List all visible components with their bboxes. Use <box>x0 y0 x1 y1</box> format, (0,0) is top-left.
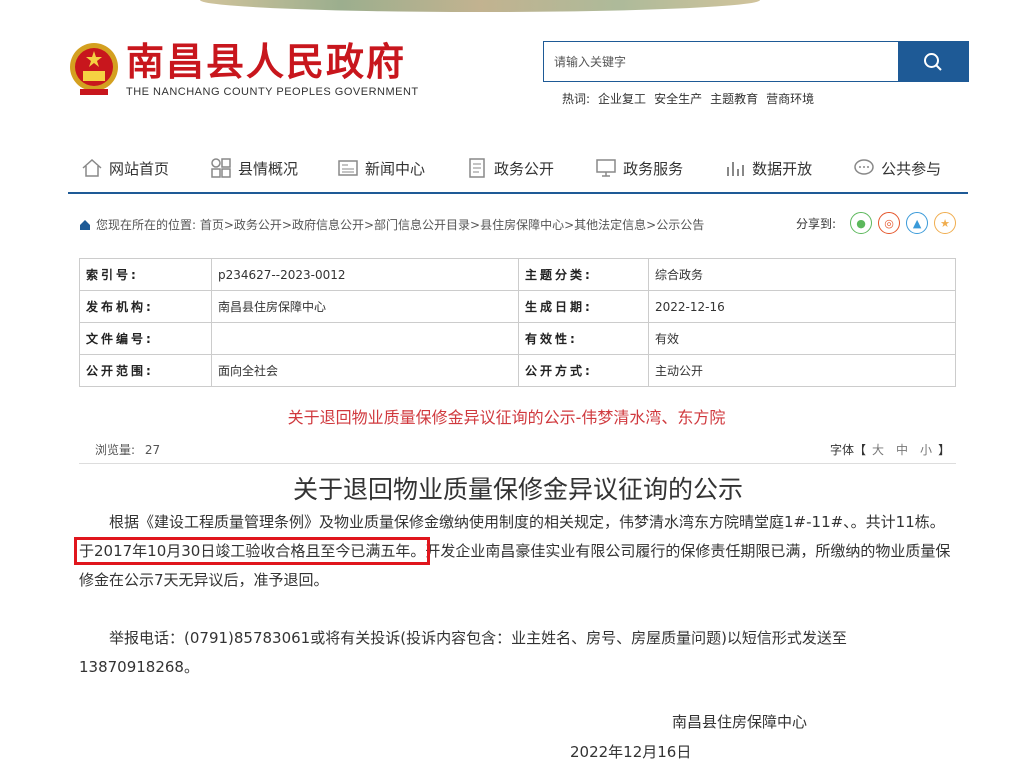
table-row: 索引号: p234627--2023-0012 主题分类: 综合政务 <box>79 258 956 291</box>
site-name-en: THE NANCHANG COUNTY PEOPLES GOVERNMENT <box>126 86 419 98</box>
article-body: 根据《建设工程质量管理条例》及物业质量保修金缴纳使用制度的相关规定，伟梦清水湾东… <box>73 508 956 682</box>
grid-icon <box>209 156 233 180</box>
hot-word-link[interactable]: 主题教育 <box>710 90 758 107</box>
qzone-icon[interactable]: ★ <box>934 212 957 234</box>
search-input[interactable] <box>544 42 898 81</box>
breadcrumb-text[interactable]: 您现在所在的位置: 首页>政务公开>政府信息公开>部门信息公开目录>县住房保障中… <box>96 216 704 233</box>
table-row: 文件编号: 有效性: 有效 <box>79 322 956 355</box>
nav-item-gov-services[interactable]: 政务服务 <box>594 150 683 186</box>
monitor-icon <box>594 156 618 180</box>
article-paragraph: 根据《建设工程质量管理条例》及物业质量保修金缴纳使用制度的相关规定，伟梦清水湾东… <box>73 508 956 595</box>
hot-word-link[interactable]: 企业复工 <box>598 90 646 107</box>
font-size-small[interactable]: 小 <box>920 443 932 457</box>
nav-item-open-data[interactable]: 数据开放 <box>723 150 812 186</box>
publish-date: 2022年12月16日 <box>570 743 692 761</box>
views-count: 27 <box>144 443 161 457</box>
top-banner-image <box>200 0 760 12</box>
divider <box>79 463 956 464</box>
table-value: 综合政务 <box>648 258 956 291</box>
share-bar: 分享到: ● ◎ ▲ ★ <box>796 212 957 234</box>
font-size-medium[interactable]: 中 <box>896 443 908 457</box>
views-label: 浏览量: <box>95 443 136 457</box>
table-label: 文件编号: <box>79 322 212 355</box>
article-paragraph: 举报电话：(0791)85783061或将有关投诉(投诉内容包含：业主姓名、房号… <box>79 629 847 676</box>
document-red-title: 关于退回物业质量保修金异议征询的公示-伟梦清水湾、东方院 <box>287 408 726 427</box>
nav-label: 县情概况 <box>238 159 299 178</box>
table-value: p234627--2023-0012 <box>211 258 519 291</box>
table-row: 公开范围: 面向全社会 公开方式: 主动公开 <box>79 354 956 387</box>
hot-word-link[interactable]: 安全生产 <box>654 90 702 107</box>
table-value: 面向全社会 <box>211 354 519 387</box>
table-value: 南昌县住房保障中心 <box>211 290 519 323</box>
paragraph-text: 根据《建设工程质量管理条例》及物业质量保修金缴纳使用制度的相关规定，伟梦清水湾东… <box>109 513 945 531</box>
search-icon <box>924 52 942 71</box>
nav-label: 网站首页 <box>109 159 170 178</box>
document-icon <box>465 156 489 180</box>
search-bar <box>543 41 969 82</box>
font-size-label: 字体【 <box>830 443 867 457</box>
view-count: 浏览量: 27 <box>95 441 160 458</box>
info-table: 索引号: p234627--2023-0012 主题分类: 综合政务 发布机构:… <box>79 258 956 387</box>
news-icon <box>336 156 360 180</box>
national-emblem-icon <box>68 41 120 97</box>
table-label: 有效性: <box>518 322 649 355</box>
nav-label: 政务公开 <box>494 159 555 178</box>
nav-label: 政务服务 <box>623 159 684 178</box>
nav-item-county-overview[interactable]: 县情概况 <box>209 150 298 186</box>
table-label: 发布机构: <box>79 290 212 323</box>
table-label: 索引号: <box>79 258 212 291</box>
qq-icon[interactable]: ▲ <box>906 212 929 234</box>
search-button[interactable] <box>898 42 968 81</box>
weibo-icon[interactable]: ◎ <box>878 212 901 234</box>
chat-icon <box>852 156 876 180</box>
main-nav: 网站首页 县情概况 新闻中心 政务公开 政务服务 数据开放 公共参与 <box>68 150 968 194</box>
table-value: 2022-12-16 <box>648 290 956 323</box>
share-label: 分享到: <box>796 216 837 231</box>
hot-words-label: 热词: <box>562 92 591 106</box>
wechat-icon[interactable]: ● <box>850 212 873 234</box>
nav-item-gov-affairs[interactable]: 政务公开 <box>465 150 554 186</box>
signature: 南昌县住房保障中心 <box>672 713 808 731</box>
hot-word-link[interactable]: 营商环境 <box>766 90 814 107</box>
home-icon <box>80 219 90 230</box>
home-icon <box>80 156 104 180</box>
bar-chart-icon <box>723 156 747 180</box>
site-logo[interactable]: 南昌县人民政府 THE NANCHANG COUNTY PEOPLES GOVE… <box>68 40 419 98</box>
nav-label: 公共参与 <box>881 159 942 178</box>
table-label: 主题分类: <box>518 258 649 291</box>
font-size-close: 】 <box>938 443 951 457</box>
table-value <box>211 322 519 355</box>
table-label: 生成日期: <box>518 290 649 323</box>
table-value: 主动公开 <box>648 354 956 387</box>
hot-words: 热词: 企业复工 安全生产 主题教育 营商环境 <box>562 90 814 107</box>
table-label: 公开方式: <box>518 354 649 387</box>
table-value: 有效 <box>648 322 956 355</box>
article-title: 关于退回物业质量保修金异议征询的公示 <box>292 475 743 504</box>
breadcrumb: 您现在所在的位置: 首页>政务公开>政府信息公开>部门信息公开目录>县住房保障中… <box>80 216 704 233</box>
nav-label: 数据开放 <box>752 159 813 178</box>
nav-label: 新闻中心 <box>365 159 426 178</box>
site-name-cn: 南昌县人民政府 <box>126 40 407 84</box>
table-label: 公开范围: <box>79 354 212 387</box>
highlighted-text: 于2017年10月30日竣工验收合格且至今已满五年。 <box>73 537 431 565</box>
font-size-large[interactable]: 大 <box>872 443 884 457</box>
nav-item-home[interactable]: 网站首页 <box>80 150 169 186</box>
table-row: 发布机构: 南昌县住房保障中心 生成日期: 2022-12-16 <box>79 290 956 323</box>
nav-item-news[interactable]: 新闻中心 <box>336 150 425 186</box>
font-size-selector: 字体【大中小】 <box>830 441 950 458</box>
nav-item-public-participation[interactable]: 公共参与 <box>852 150 941 186</box>
